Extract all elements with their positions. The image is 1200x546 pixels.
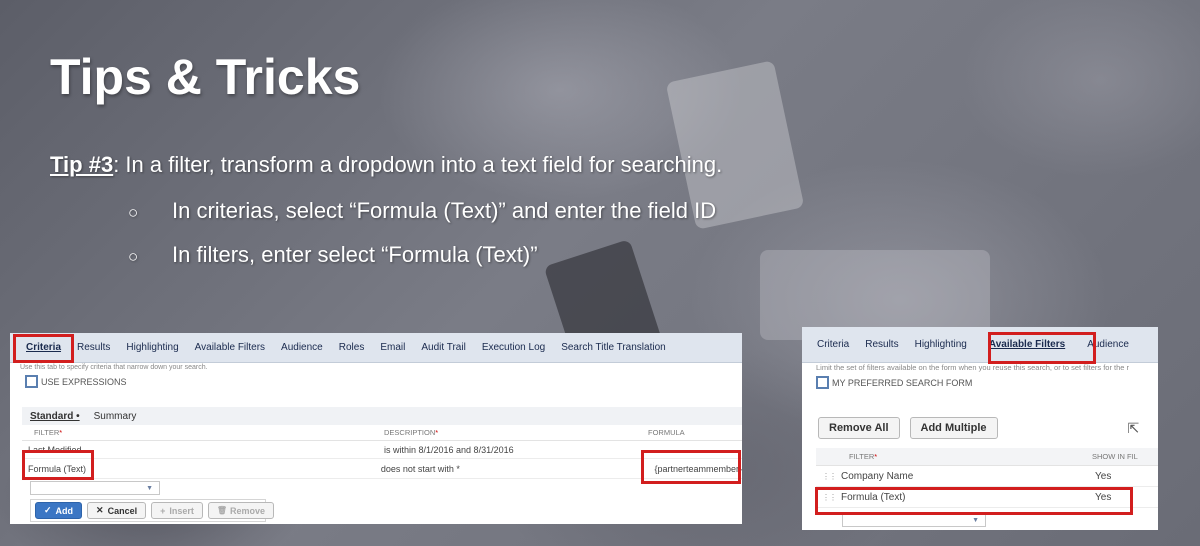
tab-audience[interactable]: Audience [273, 342, 331, 353]
chevron-down-icon: ▼ [146, 484, 153, 492]
table-row[interactable]: Last Modified is within 8/1/2016 and 8/3… [22, 441, 742, 459]
tab-highlighting[interactable]: Highlighting [118, 342, 186, 353]
bullet-text: In filters, enter select “Formula (Text)… [172, 242, 538, 267]
tab-criteria[interactable]: Criteria [809, 339, 857, 350]
tip-text: In a filter, transform a dropdown into a… [119, 152, 723, 177]
criteria-subtabs: Standard • Summary [22, 407, 742, 425]
tab-audit-trail[interactable]: Audit Trail [413, 342, 473, 353]
table-row[interactable]: ⋮⋮ Company Name Yes [816, 466, 1158, 487]
preferred-form-row: MY PREFERRED SEARCH FORM [802, 373, 1158, 389]
tab-highlighting[interactable]: Highlighting [907, 339, 975, 350]
highlight-box [641, 450, 741, 484]
row-filter: Company Name [841, 470, 914, 482]
criteria-hint: Use this tab to specify criteria that na… [20, 364, 208, 371]
cancel-button[interactable]: ✕ Cancel [87, 502, 147, 519]
slide-title: Tips & Tricks [50, 49, 361, 105]
tab-search-title-translation[interactable]: Search Title Translation [553, 342, 674, 353]
criteria-panel: Criteria Results Highlighting Available … [10, 333, 742, 524]
insert-button[interactable]: + Insert [151, 502, 203, 519]
preferred-form-checkbox[interactable] [816, 376, 829, 389]
column-description: DESCRIPTION [384, 428, 436, 437]
tab-results[interactable]: Results [857, 339, 906, 350]
mouse-cursor-icon: ⇱ [1127, 419, 1140, 436]
column-formula: FORMULA [648, 428, 685, 437]
subtab-summary[interactable]: Summary [94, 411, 137, 422]
highlight-box [815, 487, 1133, 515]
row-action-buttons: ✓ Add ✕ Cancel + Insert 🗑 Remove [30, 499, 275, 522]
highlight-box [13, 334, 74, 363]
tab-execution-log[interactable]: Execution Log [474, 342, 553, 353]
filter-buttons: Remove All Add Multiple ⇱ [818, 417, 1158, 439]
remove-all-button[interactable]: Remove All [818, 417, 900, 439]
row-description: is within 8/1/2016 and 8/31/2016 [384, 444, 514, 455]
row-description: does not start with * [380, 463, 460, 474]
highlight-box [22, 450, 94, 480]
filters-column-header: FILTER* SHOW IN FIL [816, 448, 1158, 466]
subtab-standard[interactable]: Standard • [30, 411, 80, 422]
bullet-item: ○ In filters, enter select “Formula (Text… [128, 242, 538, 268]
left-tab-bar: Criteria Results Highlighting Available … [10, 333, 742, 363]
use-expressions-checkbox[interactable] [25, 375, 38, 388]
tab-available-filters[interactable]: Available Filters [187, 342, 273, 353]
new-row: ▼ [30, 481, 742, 495]
row-show: Yes [1095, 470, 1112, 482]
criteria-column-header: FILTER* DESCRIPTION* FORMULA [22, 425, 742, 441]
available-filters-hint: Limit the set of filters available on th… [816, 363, 1130, 372]
tip-label: Tip #3 [50, 152, 114, 177]
bullet-text: In criterias, select “Formula (Text)” an… [172, 198, 717, 223]
plus-icon: + [160, 505, 166, 516]
tab-roles[interactable]: Roles [331, 342, 373, 353]
add-button[interactable]: ✓ Add [35, 502, 83, 519]
tab-results[interactable]: Results [69, 342, 118, 353]
use-expressions-label: USE EXPRESSIONS [41, 376, 127, 387]
column-filter: FILTER [34, 428, 60, 437]
new-filter-row: ▼ [842, 513, 1158, 527]
preferred-form-label: MY PREFERRED SEARCH FORM [832, 377, 973, 388]
filter-dropdown[interactable]: ▼ [30, 481, 160, 495]
chevron-down-icon: ▼ [972, 516, 979, 524]
bullet-item: ○ In criterias, select “Formula (Text)” a… [128, 198, 716, 224]
bullet-icon: ○ [128, 247, 139, 266]
remove-button[interactable]: 🗑 Remove [207, 502, 275, 519]
right-tab-bar: Criteria Results Highlighting Available … [802, 327, 1158, 363]
highlight-box [988, 332, 1096, 364]
drag-handle-icon[interactable]: ⋮⋮ [816, 472, 841, 481]
trash-icon: 🗑 [216, 506, 228, 515]
table-row[interactable]: Formula (Text) does not start with * {pa… [22, 459, 742, 479]
column-filter: FILTER [849, 452, 875, 461]
use-expressions-row: USE EXPRESSIONS [10, 372, 742, 388]
filter-dropdown[interactable]: ▼ [842, 513, 986, 527]
bullet-icon: ○ [128, 203, 139, 222]
tab-email[interactable]: Email [372, 342, 413, 353]
column-show-in: SHOW IN FIL [1092, 452, 1138, 461]
add-multiple-button[interactable]: Add Multiple [909, 417, 998, 439]
close-icon: ✕ [96, 505, 104, 515]
checkmark-icon: ✓ [44, 505, 52, 515]
tip-line: Tip #3: In a filter, transform a dropdow… [50, 152, 722, 178]
